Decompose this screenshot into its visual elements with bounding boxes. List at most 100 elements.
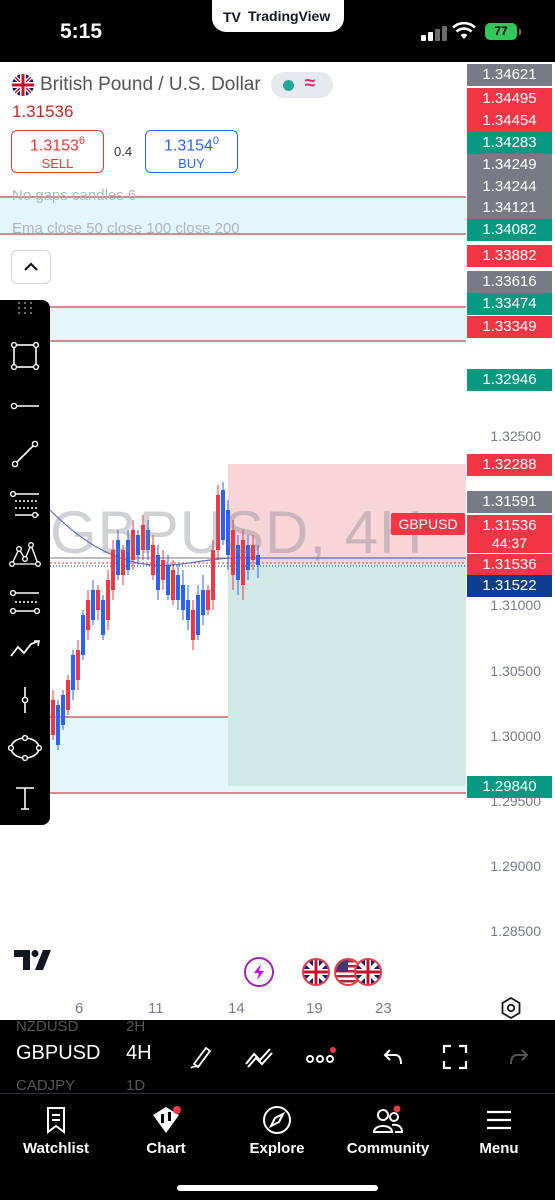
candle-body	[196, 595, 200, 635]
status-bar: 5:15 TV TradingView 77	[0, 0, 555, 62]
price-axis-label: 1.32500	[490, 428, 541, 444]
events-lightning-icon[interactable]	[244, 957, 274, 987]
compass-icon	[227, 1102, 327, 1138]
fullscreen-icon[interactable]	[438, 1040, 472, 1074]
price-tag: 1.34283	[467, 132, 552, 154]
more-options-icon[interactable]	[304, 1040, 338, 1074]
price-tag: 1.32946	[467, 369, 552, 391]
price-tag: 1.34249	[467, 154, 552, 176]
price-axis-label: 1.29000	[490, 858, 541, 874]
tab-watchlist[interactable]: Watchlist	[6, 1102, 106, 1157]
spread-value: 0.4	[114, 144, 133, 159]
symbol-selector[interactable]: GBPUSD	[16, 1042, 100, 1065]
candle-body	[71, 655, 75, 690]
brush-tool-icon[interactable]	[5, 630, 45, 670]
buy-button[interactable]: 1.31540 BUY	[145, 130, 238, 173]
adjacent-symbol-below[interactable]: CADJPY	[16, 1077, 75, 1093]
time-axis-label: 6	[75, 1000, 84, 1017]
undo-icon[interactable]	[376, 1040, 410, 1074]
symbol-title[interactable]: British Pound / U.S. Dollar	[40, 74, 261, 96]
interval-selector[interactable]: 4H	[126, 1042, 152, 1065]
tab-label: Watchlist	[22, 1140, 90, 1157]
wifi-icon	[452, 22, 476, 39]
sell-label: SELL	[41, 156, 74, 172]
price-tag: 1.34082	[467, 219, 552, 241]
candle-body	[86, 600, 90, 630]
drawing-pen-icon[interactable]	[184, 1040, 218, 1074]
indicators-icon[interactable]	[242, 1040, 276, 1074]
uk-event-flag-icon-2[interactable]	[354, 958, 382, 986]
tab-label: Menu	[479, 1140, 519, 1157]
tab-chart[interactable]: Chart	[116, 1102, 216, 1157]
price-tag: 1.34244	[467, 176, 552, 198]
candle-body	[96, 590, 100, 610]
ellipse-tool-icon[interactable]	[5, 728, 45, 768]
candle-body	[61, 695, 65, 725]
status-time: 5:15	[60, 20, 103, 43]
symbol-header[interactable]: British Pound / U.S. Dollar ≈	[12, 72, 333, 98]
measure-tool-icon[interactable]	[5, 680, 45, 720]
indicator-ema[interactable]: Ema close 50 close 100 close 200	[12, 220, 240, 237]
chart-toolbar: NZDUSD 2H GBPUSD 4H CADJPY 1D	[0, 1020, 555, 1093]
tradingview-pill[interactable]: TV TradingView	[212, 0, 344, 32]
adjacent-interval-above[interactable]: 2H	[126, 1020, 145, 1035]
battery-tip	[519, 29, 521, 35]
last-price: 1.31536	[12, 102, 74, 121]
drag-handle-icon[interactable]	[5, 288, 45, 328]
price-tag: 1.33616	[467, 271, 552, 293]
chart-settings-icon[interactable]	[500, 996, 522, 1020]
sell-button[interactable]: 1.31536 SELL	[11, 130, 104, 173]
candle-body	[101, 600, 105, 635]
price-tag: 1.31591	[467, 491, 552, 513]
bookmark-icon	[6, 1102, 106, 1138]
candle-body	[181, 585, 185, 610]
candle-body	[76, 650, 80, 680]
text-tool-icon[interactable]	[5, 778, 45, 818]
home-indicator	[177, 1185, 378, 1191]
zone-mid	[0, 307, 466, 341]
candle-body	[51, 700, 55, 735]
drawing-toolbar	[0, 300, 50, 825]
tab-menu[interactable]: Menu	[449, 1102, 549, 1157]
price-tag: 1.29840	[467, 776, 552, 798]
price-tag: 1.32288	[467, 454, 552, 476]
price-axis-label: 1.31000	[490, 597, 541, 613]
price-tag: 1.33349	[467, 316, 552, 338]
rectangle-tool-icon[interactable]	[5, 336, 45, 376]
adjacent-symbol-above[interactable]: NZDUSD	[16, 1020, 79, 1035]
price-tag: 1.34495	[467, 88, 552, 110]
market-status-pill[interactable]: ≈	[270, 72, 333, 98]
price-tag: 1.34121	[467, 197, 552, 219]
gbp-usd-flag-icon	[12, 74, 34, 96]
candle-body	[91, 590, 95, 620]
tab-community[interactable]: Community	[338, 1102, 438, 1157]
chevron-up-icon	[24, 262, 38, 271]
candle-body	[56, 705, 60, 745]
pattern-tool-icon[interactable]	[5, 534, 45, 574]
forecast-tool-icon[interactable]	[5, 582, 45, 622]
price-axis-label: 1.28500	[490, 923, 541, 939]
candle-body	[166, 565, 170, 595]
candle-body	[186, 600, 190, 620]
tab-label: Explore	[249, 1140, 305, 1157]
price-tag: 1.33474	[467, 293, 552, 315]
horizontal-ray-tool-icon[interactable]	[5, 386, 45, 426]
tab-explore[interactable]: Explore	[227, 1102, 327, 1157]
candle-body	[191, 610, 195, 640]
tradingview-logo-icon[interactable]	[14, 948, 56, 972]
tradingview-logo-icon: TV	[223, 9, 241, 25]
price-tag: 1.33882	[467, 245, 552, 267]
fib-retracement-tool-icon[interactable]	[5, 484, 45, 524]
uk-event-flag-icon[interactable]	[302, 958, 330, 986]
adjacent-interval-below[interactable]: 1D	[126, 1077, 145, 1093]
redo-icon[interactable]	[502, 1040, 536, 1074]
price-axis-label: 1.30500	[490, 663, 541, 679]
collapse-legend-button[interactable]	[11, 250, 51, 284]
candle-body	[106, 580, 110, 620]
symbol-price-badge: GBPUSD	[391, 513, 465, 535]
indicator-no-gaps[interactable]: No gaps candles 6	[12, 187, 136, 204]
trend-line-tool-icon[interactable]	[5, 434, 45, 474]
time-axis-label: 19	[306, 1000, 323, 1017]
bar-countdown: 44:37	[467, 533, 552, 553]
candle-body	[81, 615, 85, 655]
